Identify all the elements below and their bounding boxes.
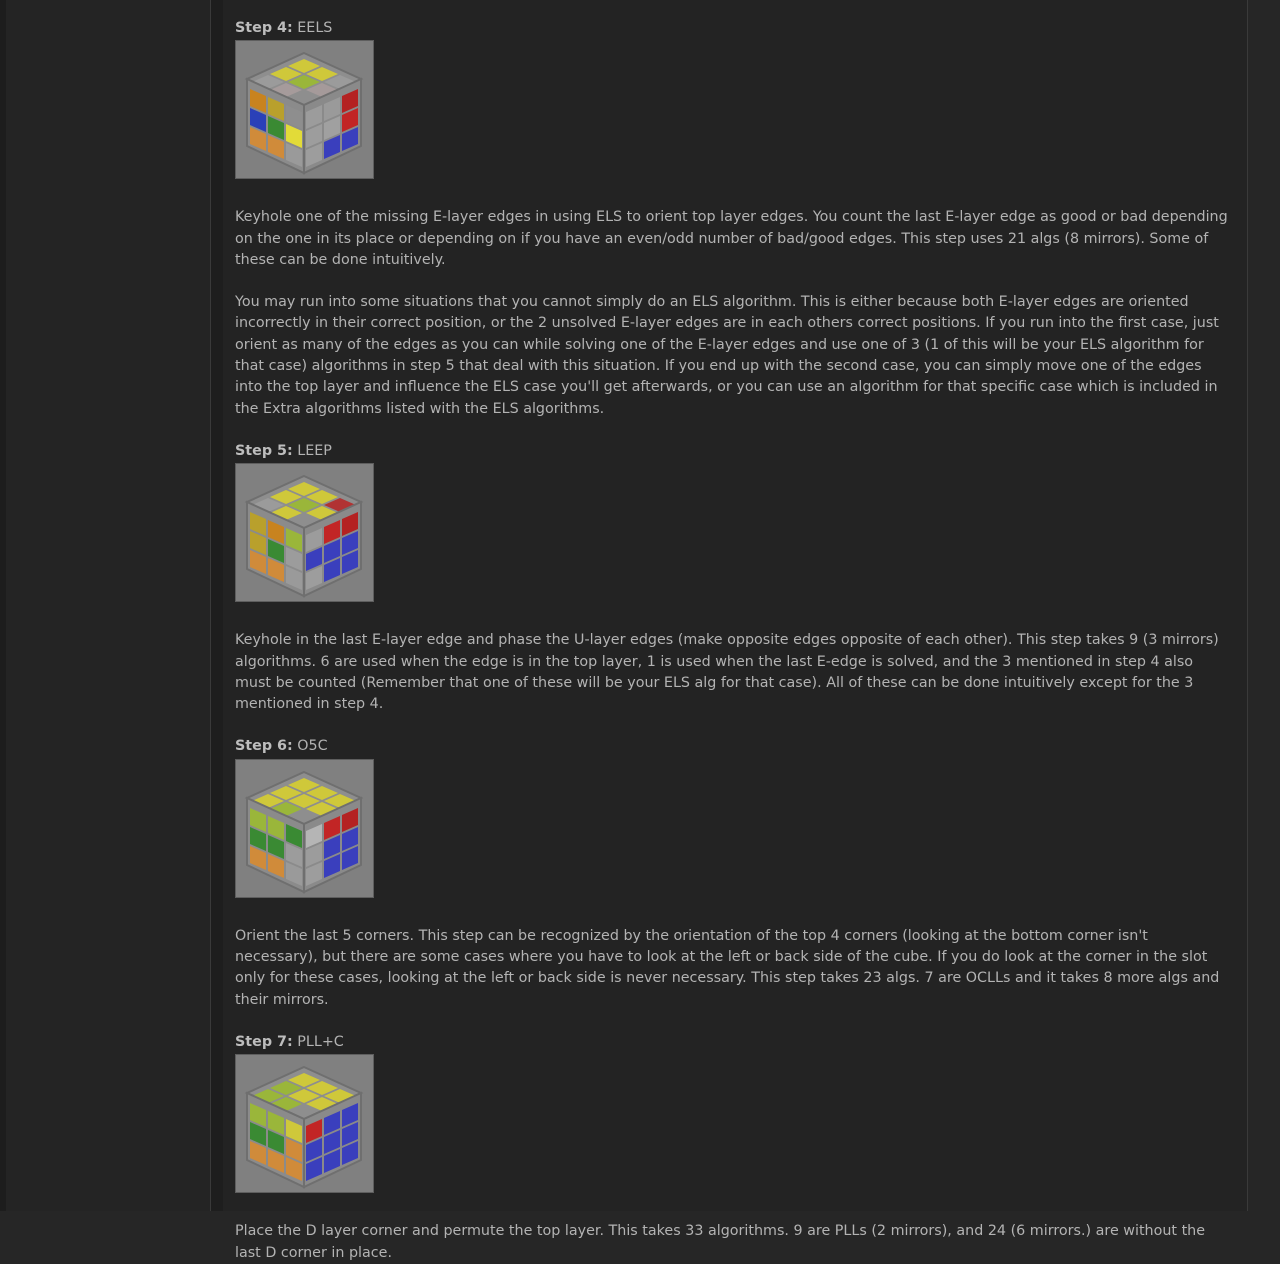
step-5-label: Step 5: bbox=[235, 442, 293, 459]
cube-diagram-icon bbox=[236, 1055, 373, 1193]
step-7-paragraph-1: Place the D layer corner and permute the… bbox=[235, 1223, 1206, 1261]
step-6-name: O5C bbox=[297, 738, 328, 755]
post-content: Step 4: EELS Keyhole one of the missing … bbox=[223, 0, 1247, 1261]
cube-diagram-icon bbox=[236, 41, 373, 179]
sidebar bbox=[6, 0, 210, 1211]
cube-diagram-icon bbox=[236, 464, 373, 602]
step-4-name: EELS bbox=[297, 20, 333, 36]
step-5-name: LEEP bbox=[297, 442, 332, 459]
step-5-heading: Step 5: LEEP bbox=[235, 441, 1233, 462]
cube-diagram-icon[interactable] bbox=[235, 40, 374, 180]
cube-diagram-icon[interactable] bbox=[235, 463, 374, 603]
content-border-left bbox=[210, 0, 223, 1211]
step-7-label: Step 7: bbox=[235, 1033, 293, 1050]
cube-diagram-icon[interactable] bbox=[235, 1054, 374, 1194]
step-4-paragraph-2: You may run into some situations that yo… bbox=[235, 294, 1219, 417]
step-4-paragraph-1: Keyhole one of the missing E-layer edges… bbox=[235, 209, 1228, 268]
step-6-heading: Step 6: O5C bbox=[235, 736, 1233, 757]
cube-diagram-icon bbox=[236, 759, 373, 897]
post-body: Step 4: EELS Keyhole one of the missing … bbox=[235, 18, 1233, 1264]
step-6-paragraph-1: Orient the last 5 corners. This step can… bbox=[235, 927, 1220, 1008]
step-6-label: Step 6: bbox=[235, 738, 293, 755]
content-border-right bbox=[1247, 0, 1280, 1211]
step-4-heading: Step 4: EELS bbox=[235, 18, 1233, 39]
step-7-name: PLL+C bbox=[297, 1033, 344, 1050]
step-5-paragraph-1: Keyhole in the last E-layer edge and pha… bbox=[235, 632, 1219, 713]
step-7-heading: Step 7: PLL+C bbox=[235, 1032, 1233, 1053]
step-4-label: Step 4: bbox=[235, 20, 293, 36]
cube-diagram-icon[interactable] bbox=[235, 758, 374, 898]
